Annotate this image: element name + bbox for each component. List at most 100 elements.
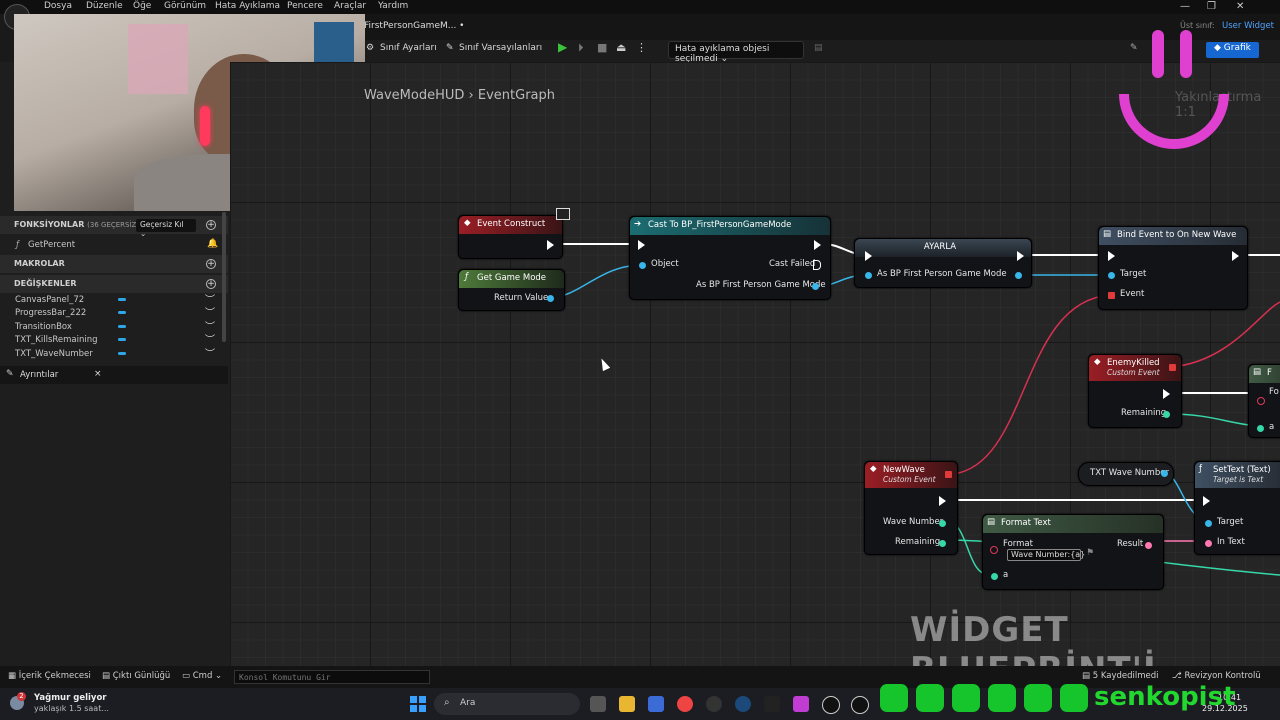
menu-file[interactable]: Dosya [44,1,72,11]
format-input[interactable]: Wave Number:{a} [1007,549,1085,561]
flag-icon[interactable]: ⚑ [1086,548,1094,558]
steam-icon[interactable] [735,696,751,712]
format-text-node[interactable]: ▤ Format Text Format Wave Number:{a} ⚑ R… [982,514,1164,590]
add-variable-icon[interactable]: + [206,279,216,289]
cmd-dropdown[interactable]: ▭ Cmd ⌄ [182,671,222,681]
more-options-icon[interactable]: ⋮ [636,41,647,54]
exec-in-pin[interactable] [1108,251,1115,261]
exec-in-pin[interactable] [1203,496,1210,506]
menu-edit[interactable]: Düzenle [86,1,123,11]
enemy-killed-remaining-pin[interactable] [1163,411,1170,418]
comment-bubble-icon[interactable] [556,208,570,220]
exec-in-pin[interactable] [865,251,872,261]
scrollbar[interactable] [222,212,226,342]
blueprint-tab[interactable]: FirstPersonGameM... • [364,21,465,31]
txt-wave-number-pin[interactable] [1161,470,1168,477]
exec-out-pin[interactable] [1017,251,1024,261]
unreal-engine-icon[interactable] [851,696,869,714]
get-game-mode-node[interactable]: ƒ Get Game Mode Return Value [458,269,565,311]
menu-tools[interactable]: Araçlar [334,1,366,11]
format-pin[interactable] [1257,397,1265,405]
debug-object-dropdown[interactable]: Hata ayıklama objesi seçilmedi ⌄ [668,41,804,64]
menu-help[interactable]: Yardım [378,1,408,11]
bind-target-pin[interactable] [1108,272,1115,279]
variable-item[interactable]: ProgressBar_222 ︶ [0,307,228,320]
event-construct-node[interactable]: ◆ Event Construct [458,215,563,259]
cast-failed-pin[interactable] [813,260,821,270]
cast-node[interactable]: ➔ Cast To BP_FirstPersonGameMode Object … [629,216,831,300]
enemy-killed-node[interactable]: ◆ EnemyKilled Custom Event Remaining [1088,354,1182,428]
close-icon[interactable]: × [94,369,102,379]
stop-icon[interactable]: ■ [597,41,607,54]
menu-view[interactable]: Görünüm [164,1,206,11]
minimize-icon[interactable]: — [1180,1,1190,12]
play-icon[interactable]: ▶ [558,40,567,54]
set-text-node[interactable]: ƒ SetText (Text) Target is Text Target I… [1194,461,1280,555]
store-icon[interactable] [648,696,664,712]
revision-control-button[interactable]: ⎇ Revizyon Kontrolü [1172,671,1261,681]
console-input[interactable] [234,670,430,684]
macros-header[interactable]: MAKROLAR [0,255,228,273]
windows-start-icon[interactable] [410,696,426,712]
format-pin[interactable] [990,546,998,554]
variable-item[interactable]: TXT_KillsRemaining ︶ [0,334,228,347]
exec-out-pin[interactable] [939,496,946,506]
variables-header[interactable]: DEĞİŞKENLER [0,275,228,293]
eye-icon[interactable]: ︶ [205,345,215,360]
exec-out-pin[interactable] [814,240,821,250]
add-function-icon[interactable]: + [206,220,216,230]
menu-debug[interactable]: Hata Ayıklama [215,1,280,11]
cast-as-pin[interactable] [812,283,819,290]
content-drawer-button[interactable]: ▦ İçerik Çekmecesi [8,671,91,681]
unsaved-button[interactable]: ▤ 5 Kaydedilmedi [1082,671,1159,681]
exec-out-pin[interactable] [1163,389,1170,399]
app-icon[interactable] [793,696,809,712]
partial-a-pin[interactable] [1257,425,1264,432]
in-text-pin[interactable] [1205,540,1212,547]
chrome-icon[interactable] [677,696,693,712]
format-result-pin[interactable] [1145,542,1152,549]
function-item[interactable]: ƒ GetPercent 🔔 [0,239,228,252]
set-output-pin[interactable] [1015,272,1022,279]
task-view-icon[interactable] [590,696,606,712]
exec-in-pin[interactable] [638,240,645,250]
close-window-icon[interactable]: ✕ [1236,1,1244,12]
object-pin[interactable] [639,262,646,269]
delegate-pin[interactable] [1169,364,1176,371]
add-macro-icon[interactable]: + [206,259,216,269]
return-value-pin[interactable] [547,295,554,302]
file-explorer-icon[interactable] [619,696,635,712]
class-defaults-button[interactable]: Sınıf Varsayılanları [459,43,542,53]
menu-asset[interactable]: Öğe [133,1,151,11]
taskbar-search[interactable]: ⌕ Ara [434,693,580,715]
debug-filter-icon[interactable]: ▤ [814,43,823,53]
wave-number-pin[interactable] [939,520,946,527]
weather-title[interactable]: Yağmur geliyor [34,693,107,703]
exec-out-pin[interactable] [1232,251,1239,261]
partial-format-node[interactable]: ▤ F Fo a [1248,364,1280,438]
set-variable-node[interactable]: AYARLA As BP First Person Game Mode [854,238,1032,288]
details-tab[interactable]: Ayrıntılar [20,370,58,380]
new-wave-remaining-pin[interactable] [939,540,946,547]
output-log-button[interactable]: ▤ Çıktı Günlüğü [102,671,170,681]
maximize-icon[interactable]: ❐ [1207,1,1216,12]
eye-icon[interactable]: ︶ [205,304,215,319]
variable-item[interactable]: TransitionBox ︶ [0,321,228,334]
obs-icon[interactable] [706,696,722,712]
bind-event-node[interactable]: ▤ Bind Event to On New Wave Target Event [1098,226,1248,310]
set-text-target-pin[interactable] [1205,520,1212,527]
class-settings-button[interactable]: Sınıf Ayarları [380,43,437,53]
epic-games-icon[interactable] [764,696,780,712]
step-icon[interactable]: ⏵ [578,41,584,55]
override-dropdown[interactable]: Geçersiz Kıl ⌄ [136,219,196,238]
txt-wave-number-node[interactable]: TXT Wave Number [1078,462,1174,486]
variable-item[interactable]: TXT_WaveNumber ︶ [0,348,228,361]
eject-icon[interactable]: ⏏ [616,41,626,54]
eye-icon[interactable]: ︶ [205,331,215,346]
exec-out-pin[interactable] [547,240,554,250]
unreal-engine-icon[interactable] [822,696,840,714]
format-a-pin[interactable] [991,573,998,580]
set-input-pin[interactable] [865,272,872,279]
new-wave-node[interactable]: ◆ NewWave Custom Event Wave Number Remai… [864,461,958,555]
bind-event-pin[interactable] [1108,292,1115,299]
